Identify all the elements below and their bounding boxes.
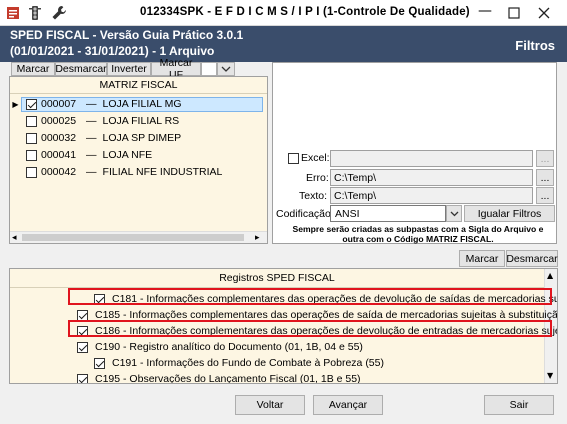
list-item[interactable]: 000042 — FILIAL NFE INDUSTRIAL <box>21 164 222 180</box>
matriz-code: 000041 <box>41 149 77 161</box>
minimize-button[interactable]: — <box>474 3 496 23</box>
codificacao-select[interactable]: ANSI <box>330 205 446 222</box>
matriz-code: 000007 <box>41 98 77 110</box>
close-button[interactable] <box>533 3 555 23</box>
subpastas-note-line2: outra com o Código MATRIZ FISCAL. <box>342 234 494 244</box>
list-item[interactable]: 000041 — LOJA NFE <box>21 147 152 163</box>
matriz-checkbox[interactable] <box>26 98 37 110</box>
matriz-code: 000025 <box>41 115 77 127</box>
inverter-button[interactable]: Inverter <box>107 62 151 76</box>
matriz-header: MATRIZ FISCAL <box>10 77 267 94</box>
matriz-name: FILIAL NFE INDUSTRIAL <box>102 166 223 178</box>
scroll-up-icon[interactable]: ▲ <box>547 271 553 280</box>
scroll-right-icon[interactable]: ▸ <box>255 233 260 243</box>
marcar-uf-button[interactable]: Marcar UF <box>151 57 201 81</box>
header-period: (01/01/2021 - 31/01/2021) - 1 Arquivo <box>10 44 215 58</box>
sped-app-icon[interactable] <box>4 4 22 22</box>
header-filtros: Filtros <box>515 38 555 53</box>
matriz-list: ▶ 000007 — LOJA FILIAL MG 000025 — LOJA … <box>10 94 267 234</box>
matriz-name: LOJA FILIAL MG <box>102 98 182 110</box>
matriz-name: LOJA NFE <box>102 149 153 161</box>
uf-dropdown-button[interactable] <box>217 62 235 76</box>
texto-path-field[interactable] <box>330 187 533 204</box>
maximize-icon <box>508 7 520 19</box>
matriz-name: LOJA SP DIMEP <box>102 132 182 144</box>
chevron-down-icon <box>450 211 458 216</box>
highlight-c186 <box>68 320 552 337</box>
scroll-down-icon[interactable]: ▼ <box>547 371 553 380</box>
registro-checkbox[interactable] <box>94 357 105 369</box>
registros-marcar-button[interactable]: Marcar <box>459 250 505 267</box>
registro-checkbox[interactable] <box>77 341 88 353</box>
page-header: SPED FISCAL - Versão Guia Prático 3.0.1 … <box>0 26 567 62</box>
registro-checkbox[interactable] <box>77 309 88 321</box>
title-bar: 012334SPK - E F D I C M S / I P I (1-Con… <box>0 0 567 26</box>
uf-select[interactable] <box>201 62 217 76</box>
igualar-filtros-button[interactable]: Igualar Filtros <box>464 205 555 222</box>
row-pointer-icon: ▶ <box>12 99 19 109</box>
wrench-icon[interactable] <box>50 4 68 22</box>
list-item[interactable]: C191 - Informações do Fundo de Combate à… <box>94 355 384 371</box>
matriz-code: 000042 <box>41 166 77 178</box>
list-item[interactable]: C190 - Registro analítico do Documento (… <box>77 339 363 355</box>
texto-label: Texto: <box>299 190 328 202</box>
avancar-button[interactable]: Avançar <box>313 395 383 415</box>
voltar-button[interactable]: Voltar <box>235 395 305 415</box>
matriz-checkbox[interactable] <box>26 149 37 161</box>
matriz-code: 000032 <box>41 132 77 144</box>
list-item[interactable]: 000032 — LOJA SP DIMEP <box>21 130 181 146</box>
matriz-hscrollbar[interactable]: ◂ ▸ <box>10 231 267 243</box>
window-title: 012334SPK - E F D I C M S / I P I (1-Con… <box>140 6 470 18</box>
list-item[interactable]: 000025 — LOJA FILIAL RS <box>21 113 179 129</box>
codificacao-dropdown-button[interactable] <box>446 205 462 222</box>
erro-path-field[interactable] <box>330 169 533 186</box>
marcar-button[interactable]: Marcar <box>11 62 55 76</box>
excel-path-field[interactable] <box>330 150 533 167</box>
excel-browse-button[interactable]: ... <box>536 150 554 167</box>
registros-desmarcar-button[interactable]: Desmarcar <box>506 250 558 267</box>
matriz-checkbox[interactable] <box>26 166 37 178</box>
maximize-button[interactable] <box>503 3 525 23</box>
codificacao-label: Codificação: <box>276 208 334 220</box>
list-item[interactable]: C195 - Observações do Lançamento Fiscal … <box>77 371 361 384</box>
list-item[interactable]: ▶ 000007 — LOJA FILIAL MG <box>10 96 267 112</box>
scroll-left-icon[interactable]: ◂ <box>12 233 17 243</box>
sair-button[interactable]: Sair <box>484 395 554 415</box>
chevron-down-icon <box>221 66 231 72</box>
registro-label: C191 - Informações do Fundo de Combate à… <box>112 357 384 369</box>
excel-checkbox[interactable] <box>288 153 299 164</box>
header-version: SPED FISCAL - Versão Guia Prático 3.0.1 <box>10 28 244 42</box>
matriz-name: LOJA FILIAL RS <box>102 115 180 127</box>
registro-checkbox[interactable] <box>77 373 88 383</box>
scroll-thumb[interactable] <box>22 234 244 241</box>
texto-browse-button[interactable]: ... <box>536 187 554 204</box>
codificacao-value: ANSI <box>335 207 360 220</box>
erro-label: Erro: <box>306 172 329 184</box>
subpastas-note-line1: Sempre serão criadas as subpastas com a … <box>292 224 544 234</box>
traffic-light-icon[interactable] <box>26 4 44 22</box>
excel-label: Excel: <box>301 152 330 164</box>
desmarcar-button[interactable]: Desmarcar <box>55 62 107 76</box>
close-icon <box>538 7 550 19</box>
matriz-checkbox[interactable] <box>26 115 37 127</box>
registro-label: C190 - Registro analítico do Documento (… <box>95 341 363 353</box>
matriz-checkbox[interactable] <box>26 132 37 144</box>
matriz-fiscal-panel: MATRIZ FISCAL ▶ 000007 — LOJA FILIAL MG … <box>9 76 268 244</box>
highlight-c181 <box>68 288 552 305</box>
registros-header: Registros SPED FISCAL <box>10 269 544 288</box>
erro-browse-button[interactable]: ... <box>536 169 554 186</box>
registro-label: C195 - Observações do Lançamento Fiscal … <box>95 373 361 384</box>
